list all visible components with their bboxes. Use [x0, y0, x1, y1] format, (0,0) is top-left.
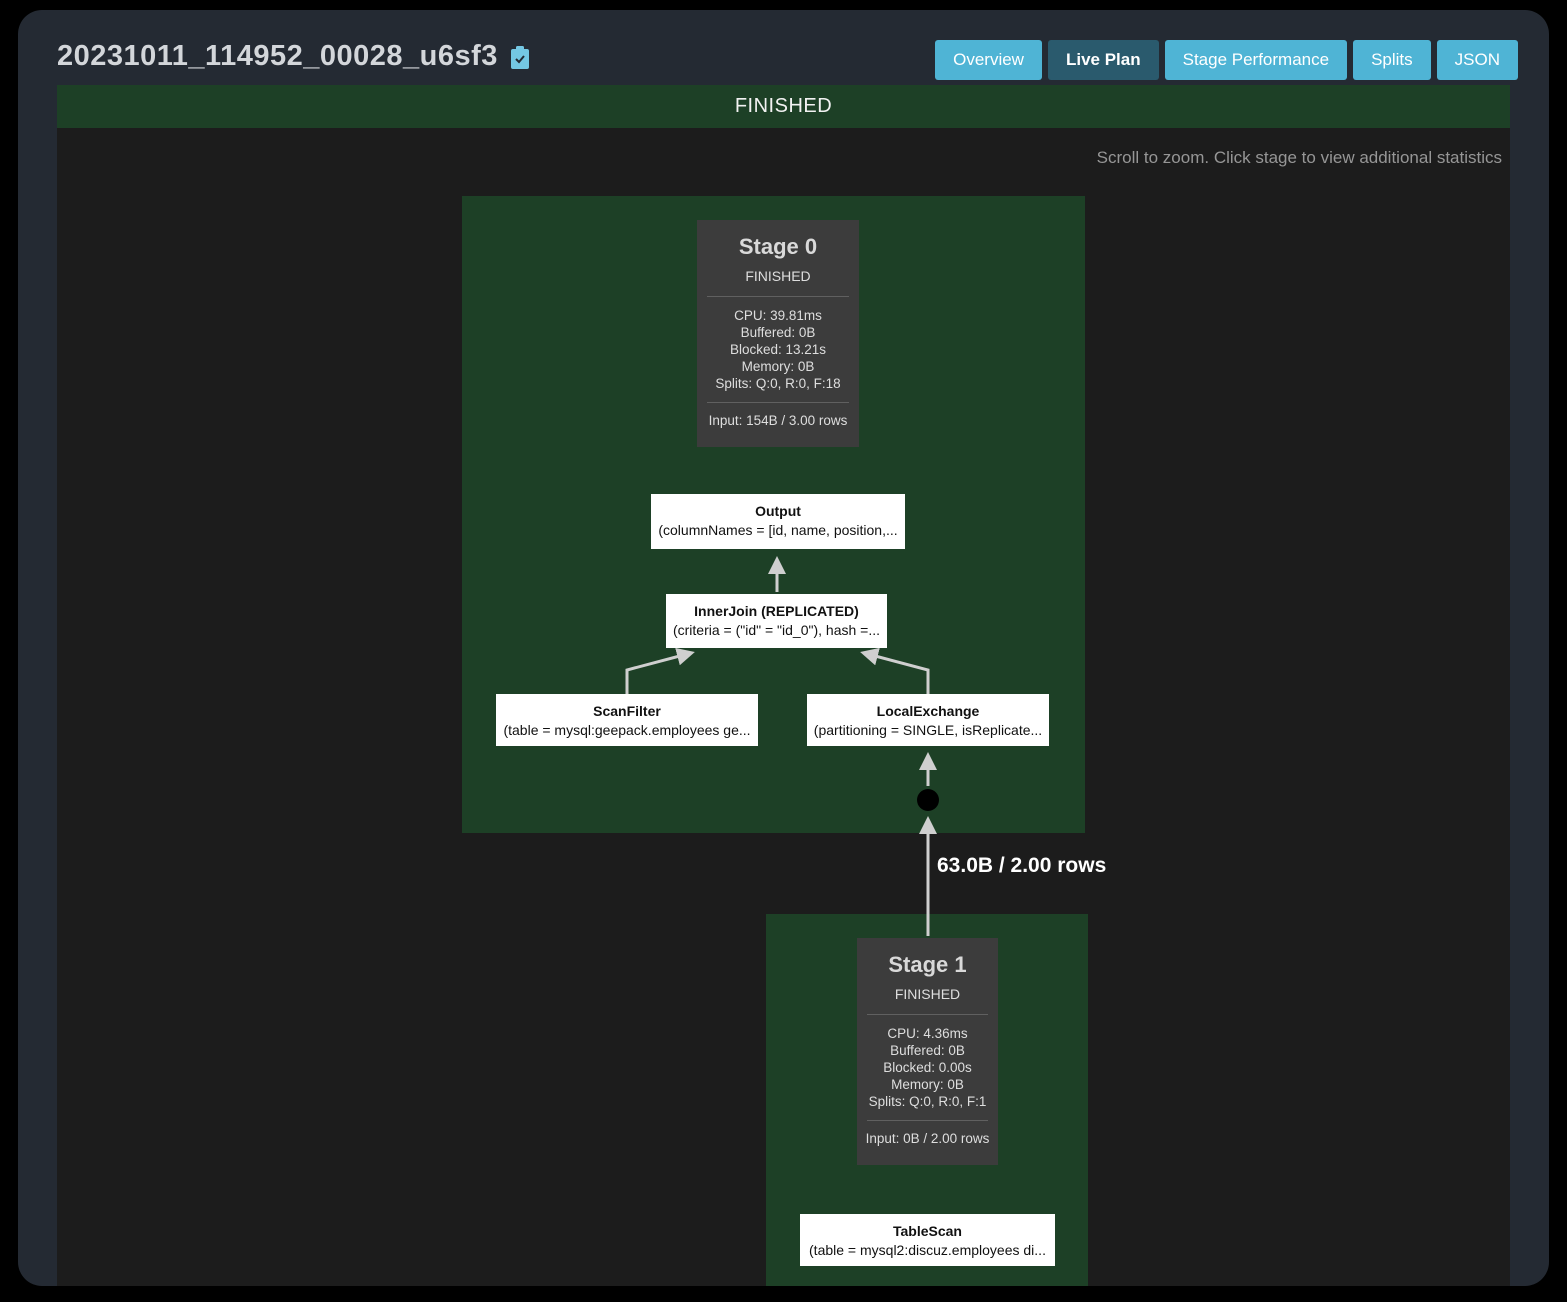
innerjoin-node-title: InnerJoin (REPLICATED) — [672, 602, 881, 621]
stage-0-splits: Splits: Q:0, R:0, F:18 — [705, 375, 851, 392]
stage-0-blocked: Blocked: 13.21s — [705, 341, 851, 358]
exchange-data-label: 63.0B / 2.00 rows — [937, 854, 1106, 878]
localexchange-node-title: LocalExchange — [813, 702, 1043, 721]
plan-node-output: Output (columnNames = [id, name, positio… — [651, 494, 905, 549]
tab-json[interactable]: JSON — [1437, 40, 1518, 80]
scanfilter-node-detail: (table = mysql:geepack.employees ge... — [502, 721, 752, 740]
stage-0-state: FINISHED — [705, 268, 851, 284]
tab-stage-performance[interactable]: Stage Performance — [1165, 40, 1347, 80]
query-id-text: 20231011_114952_00028_u6sf3 — [57, 40, 498, 73]
status-banner: FINISHED — [57, 85, 1510, 128]
plan-node-innerjoin: InnerJoin (REPLICATED) (criteria = ("id"… — [666, 594, 887, 648]
query-id-title: 20231011_114952_00028_u6sf3 — [57, 40, 530, 73]
stage-1-state: FINISHED — [865, 986, 990, 1002]
clipboard-icon[interactable] — [510, 45, 530, 69]
tablescan-node-title: TableScan — [806, 1222, 1049, 1241]
tab-splits[interactable]: Splits — [1353, 40, 1431, 80]
stage-1-info-box[interactable]: Stage 1 FINISHED CPU: 4.36ms Buffered: 0… — [857, 938, 998, 1165]
stage-1-cpu: CPU: 4.36ms — [865, 1025, 990, 1042]
tab-overview[interactable]: Overview — [935, 40, 1042, 80]
stage-0-info-box[interactable]: Stage 0 FINISHED CPU: 39.81ms Buffered: … — [697, 220, 859, 447]
stage-0-name: Stage 0 — [705, 234, 851, 260]
tab-live-plan[interactable]: Live Plan — [1048, 40, 1159, 80]
innerjoin-node-detail: (criteria = ("id" = "id_0"), hash =... — [672, 621, 881, 640]
stage-1-splits: Splits: Q:0, R:0, F:1 — [865, 1093, 990, 1110]
plan-node-scanfilter: ScanFilter (table = mysql:geepack.employ… — [496, 694, 758, 746]
plan-node-localexchange: LocalExchange (partitioning = SINGLE, is… — [807, 694, 1049, 746]
stage-0-memory: Memory: 0B — [705, 358, 851, 375]
live-plan-canvas[interactable]: Scroll to zoom. Click stage to view addi… — [57, 128, 1510, 1286]
stage-0-input: Input: 154B / 3.00 rows — [705, 413, 851, 428]
stage-0-cpu: CPU: 39.81ms — [705, 307, 851, 324]
tablescan-node-detail: (table = mysql2:discuz.employees di... — [806, 1241, 1049, 1260]
header: 20231011_114952_00028_u6sf3 Overview Liv… — [18, 10, 1549, 85]
stage-1-buffered: Buffered: 0B — [865, 1042, 990, 1059]
stage-0-buffered: Buffered: 0B — [705, 324, 851, 341]
output-node-detail: (columnNames = [id, name, position,... — [657, 521, 899, 540]
query-detail-window: 20231011_114952_00028_u6sf3 Overview Liv… — [18, 10, 1549, 1286]
output-node-title: Output — [657, 502, 899, 521]
stage-1-blocked: Blocked: 0.00s — [865, 1059, 990, 1076]
plan-node-tablescan: TableScan (table = mysql2:discuz.employe… — [800, 1214, 1055, 1266]
stage-1-input: Input: 0B / 2.00 rows — [865, 1131, 990, 1146]
scanfilter-node-title: ScanFilter — [502, 702, 752, 721]
localexchange-node-detail: (partitioning = SINGLE, isReplicate... — [813, 721, 1043, 740]
stage-1-memory: Memory: 0B — [865, 1076, 990, 1093]
tab-bar: Overview Live Plan Stage Performance Spl… — [935, 40, 1518, 80]
stage-1-name: Stage 1 — [865, 952, 990, 978]
zoom-hint-text: Scroll to zoom. Click stage to view addi… — [1097, 148, 1502, 168]
